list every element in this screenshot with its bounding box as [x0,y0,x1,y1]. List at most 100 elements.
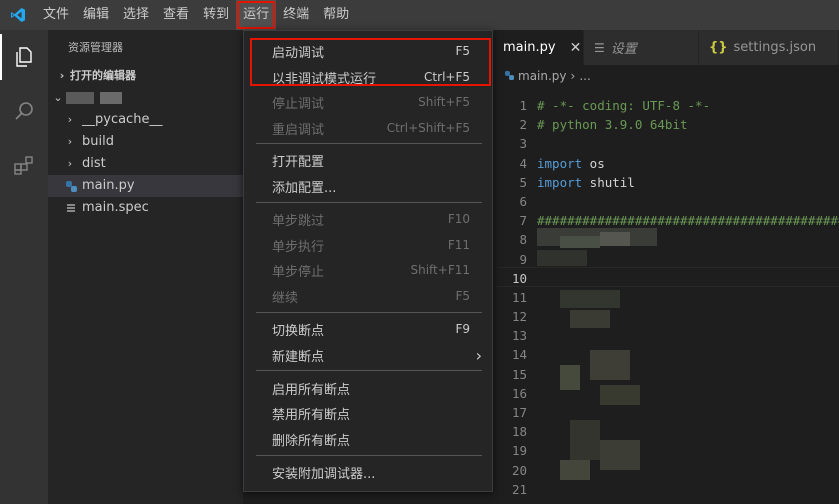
menu-item-restart-debugging: 重启调试 Ctrl+Shift+F5 [244,115,492,141]
menu-selection[interactable]: 选择 [116,0,156,30]
redacted-block [590,350,630,380]
redacted-block [570,310,610,328]
json-braces-icon: {} [709,40,728,55]
tree-item-build[interactable]: › build [48,131,243,153]
open-editors-section[interactable]: › 打开的编辑器 [48,65,243,87]
python-file-icon [505,65,514,87]
line-number: 3 [519,136,527,152]
file-lines-icon [64,203,78,213]
menu-item-shortcut: Shift+F5 [418,95,470,109]
menu-item-label: 添加配置... [272,180,337,196]
code-view[interactable]: # -*- coding: UTF-8 -*- # python 3.9.0 6… [537,96,839,230]
redacted-block [560,290,620,308]
chevron-right-icon: › [67,113,73,126]
sidebar-title: 资源管理器 [68,41,123,54]
menu-item-install-debuggers[interactable]: 安装附加调试器... [244,459,492,485]
line-number: 19 [511,443,527,459]
redacted-block [560,365,580,390]
menu-go[interactable]: 转到 [196,0,236,30]
menu-item-label: 禁用所有断点 [272,407,351,423]
line-number: 5 [519,174,527,190]
run-menu-dropdown: 启动调试 F5 以非调试模式运行 Ctrl+F5 停止调试 Shift+F5 重… [243,30,493,492]
extensions-icon[interactable] [0,138,48,192]
tree-item-label: dist [82,156,106,171]
line-number: 14 [511,347,527,363]
vscode-logo-icon [0,0,36,30]
menu-item-label: 单步停止 [272,264,325,280]
menu-file[interactable]: 文件 [36,0,76,30]
line-number: 8 [519,232,527,248]
open-editors-label: 打开的编辑器 [70,69,136,82]
tree-item-dist[interactable]: › dist [48,153,243,175]
redacted-block [537,250,587,266]
line-number: 11 [511,289,527,305]
menu-item-label: 停止调试 [272,96,325,112]
line-number: 6 [519,193,527,209]
tree-item-pycache[interactable]: › __pycache__ [48,109,243,131]
module-name: os [582,155,605,171]
explorer-sidebar: 资源管理器 › 打开的编辑器 ⌄ › __pycache__ › build ›… [48,30,243,504]
line-number: 15 [511,366,527,382]
tree-item-label: main.spec [82,200,149,215]
menu-separator [256,312,482,313]
tab-label: main.py [503,40,556,55]
current-line-highlight [497,267,839,287]
close-icon[interactable]: ✕ [570,40,582,56]
menu-item-disable-all-breakpoints[interactable]: 禁用所有断点 [244,400,492,426]
menu-item-add-configuration[interactable]: 添加配置... [244,173,492,199]
menu-help[interactable]: 帮助 [316,0,356,30]
tab-settings-json[interactable]: {} settings.json [699,30,839,65]
code-line: # -*- coding: UTF-8 -*- [537,98,711,113]
line-number-gutter: 12345678910111213141516171819202122 [497,96,537,504]
tab-settings[interactable]: ☰ 设置 [584,30,699,65]
menu-item-shortcut: F10 [447,212,470,226]
menu-view[interactable]: 查看 [156,0,196,30]
line-number: 22 [497,499,537,504]
redacted-block [600,440,640,470]
chevron-down-icon: ⌄ [53,91,63,104]
redacted-block [600,232,630,246]
menu-item-enable-all-breakpoints[interactable]: 启用所有断点 [244,375,492,401]
menu-item-new-breakpoint[interactable]: 新建断点 › [244,342,492,368]
menu-bar: 文件 编辑 选择 查看 转到 运行 终端 帮助 [36,0,356,30]
chevron-right-icon: › [475,345,482,365]
menu-item-toggle-breakpoint[interactable]: 切换断点 F9 [244,316,492,342]
python-file-icon [64,180,78,192]
menu-item-label: 切换断点 [272,323,325,339]
line-number: 16 [511,385,527,401]
keyword: import [537,155,583,171]
breadcrumb-file[interactable]: main.py [518,65,567,87]
menu-item-label: 重启调试 [272,122,325,138]
menu-item-shortcut: Shift+F11 [410,263,470,277]
menu-terminal[interactable]: 终端 [276,0,316,30]
activity-bar [0,30,48,504]
menu-item-label: 新建断点 [272,349,325,365]
tree-item-main-py[interactable]: main.py [48,175,243,197]
menu-item-label: 打开配置 [272,154,325,170]
line-number: 4 [519,155,527,171]
menu-item-label: 单步执行 [272,239,325,255]
code-line: import shutil [537,173,839,192]
line-number: 12 [511,309,527,325]
explorer-icon[interactable] [0,30,48,84]
menu-edit[interactable]: 编辑 [76,0,116,30]
keyword: import [537,174,583,190]
menu-item-stop-debugging: 停止调试 Shift+F5 [244,89,492,115]
menu-item-label: 启用所有断点 [272,382,351,398]
redacted-block [560,460,590,480]
menu-item-open-configurations[interactable]: 打开配置 [244,147,492,173]
search-icon[interactable] [0,84,48,138]
tab-main-py[interactable]: main.py ✕ [493,30,584,65]
breadcrumb-rest[interactable]: ... [579,65,590,87]
menu-item-remove-all-breakpoints[interactable]: 删除所有断点 [244,426,492,452]
tree-item-main-spec[interactable]: main.spec [48,197,243,219]
line-number: 10 [511,270,527,286]
menu-item-step-into: 单步执行 F11 [244,232,492,258]
redacted-name [66,92,94,104]
menu-run[interactable]: 运行 [236,0,277,30]
workspace-folder[interactable]: ⌄ [48,87,243,109]
menu-item-label: 继续 [272,290,299,306]
chevron-right-icon: › [59,69,65,82]
